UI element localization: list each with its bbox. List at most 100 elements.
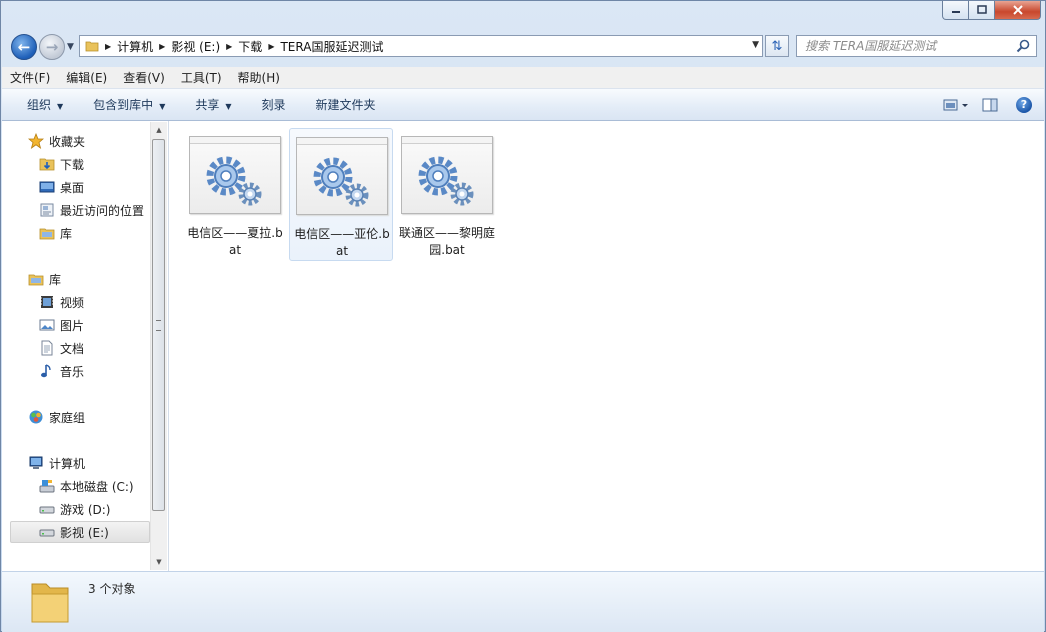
view-options-icon (943, 99, 968, 110)
sidebar-item-label: 视频 (60, 295, 85, 310)
downloads-folder-icon (39, 156, 55, 172)
chevron-down-icon: ▼ (225, 102, 232, 111)
sidebar-libraries[interactable]: 库 (28, 268, 61, 290)
burn-button[interactable]: 刻录 (247, 96, 301, 113)
homegroup-icon (28, 409, 44, 425)
include-in-library-button[interactable]: 包含到库中 ▼ (78, 96, 180, 113)
gears-icon (206, 156, 262, 206)
batch-file-thumbnail (189, 136, 281, 214)
breadcrumb-computer[interactable]: 计算机 (117, 38, 153, 55)
menu-edit[interactable]: 编辑(E) (58, 69, 115, 86)
folder-icon (31, 583, 69, 623)
sidebar-item-downloads[interactable]: 下载 (39, 153, 84, 175)
batch-file-thumbnail (401, 136, 493, 214)
sidebar-computer-label: 计算机 (49, 456, 86, 471)
file-item[interactable]: 电信区——夏拉.bat (183, 128, 287, 261)
refresh-button[interactable]: ⇅ (765, 35, 789, 57)
address-dropdown-icon[interactable]: ▼ (752, 40, 759, 50)
command-bar: 组织 ▼ 包含到库中 ▼ 共享 ▼ 刻录 新建文件夹 ? (2, 89, 1044, 121)
menu-view[interactable]: 查看(V) (115, 69, 173, 86)
sidebar-item-label: 音乐 (60, 364, 85, 379)
sidebar-item-label: 桌面 (60, 180, 85, 195)
file-item[interactable]: 联通区——黎明庭园.bat (395, 128, 499, 261)
navigation-pane: 收藏夹 下载 桌面 最近访问的位置 库 库 视频 图片 文档 音乐 家庭组 计算… (2, 121, 169, 571)
title-bar (1, 1, 1045, 27)
breadcrumb-separator-icon[interactable]: ▶ (105, 42, 111, 51)
sidebar-homegroup[interactable]: 家庭组 (28, 406, 85, 428)
menu-tools[interactable]: 工具(T) (173, 69, 230, 86)
scroll-up-icon[interactable]: ▲ (151, 122, 167, 138)
minimize-button[interactable] (942, 1, 969, 20)
item-count: 3 个对象 (88, 582, 136, 596)
address-bar[interactable]: ▶ 计算机 ▶ 影视 (E:) ▶ 下载 ▶ TERA国服延迟测试 ▼ (79, 35, 763, 57)
help-button[interactable]: ? (1010, 94, 1038, 116)
menu-bar: 文件(F) 编辑(E) 查看(V) 工具(T) 帮助(H) (2, 67, 1044, 89)
close-icon (1012, 5, 1023, 15)
maximize-button[interactable] (969, 1, 995, 20)
sidebar-item-drive-d[interactable]: 游戏 (D:) (39, 498, 110, 520)
sidebar-item-drive-c[interactable]: 本地磁盘 (C:) (39, 475, 134, 497)
search-icon[interactable] (1015, 38, 1031, 54)
breadcrumb-current-folder[interactable]: TERA国服延迟测试 (280, 38, 383, 55)
navigation-scrollbar[interactable]: ▲ ▼ (150, 122, 167, 570)
chevron-down-icon: ▼ (159, 102, 166, 111)
sidebar-favorites-label: 收藏夹 (49, 134, 86, 149)
sidebar-item-documents[interactable]: 文档 (39, 337, 84, 359)
organize-button[interactable]: 组织 ▼ (2, 96, 78, 113)
sidebar-item-label: 图片 (60, 318, 85, 333)
back-arrow-icon: ← (17, 38, 31, 56)
file-item[interactable]: 电信区——亚伦.bat (289, 128, 393, 261)
menu-help[interactable]: 帮助(H) (230, 69, 288, 86)
chevron-down-icon: ▼ (57, 102, 64, 111)
sidebar-item-drive-e[interactable]: 影视 (E:) (10, 521, 150, 543)
sidebar-item-label: 本地磁盘 (C:) (60, 479, 134, 494)
sidebar-computer[interactable]: 计算机 (28, 452, 85, 474)
maximize-icon (976, 5, 987, 14)
sidebar-item-label: 下载 (60, 157, 85, 172)
breadcrumb-drive-e[interactable]: 影视 (E:) (171, 38, 220, 55)
sidebar-favorites[interactable]: 收藏夹 (28, 130, 85, 152)
folder-icon (85, 41, 99, 52)
file-name: 电信区——亚伦.bat (294, 227, 390, 258)
scrollbar-grip (156, 320, 161, 331)
sidebar-item-recent-places[interactable]: 最近访问的位置 (39, 199, 144, 221)
recent-places-icon (39, 202, 55, 218)
scrollbar-thumb[interactable] (152, 139, 165, 511)
share-button[interactable]: 共享 ▼ (180, 96, 246, 113)
breadcrumb-separator-icon[interactable]: ▶ (159, 42, 165, 51)
star-icon (28, 133, 44, 149)
sidebar-homegroup-label: 家庭组 (49, 410, 86, 425)
recent-pages-dropdown[interactable]: ▼ (67, 42, 74, 52)
breadcrumb-downloads[interactable]: 下载 (238, 38, 262, 55)
search-box[interactable] (796, 35, 1037, 57)
breadcrumb-separator-icon[interactable]: ▶ (268, 42, 274, 51)
back-button[interactable]: ← (11, 34, 37, 60)
menu-file[interactable]: 文件(F) (2, 69, 58, 86)
sidebar-item-label: 库 (60, 226, 73, 241)
forward-button[interactable]: → (39, 34, 65, 60)
new-folder-button[interactable]: 新建文件夹 (301, 96, 391, 113)
sidebar-item-videos[interactable]: 视频 (39, 291, 84, 313)
refresh-icon: ⇅ (771, 38, 783, 54)
help-icon: ? (1016, 96, 1032, 113)
sidebar-item-library-shortcut[interactable]: 库 (39, 222, 72, 244)
scroll-down-icon[interactable]: ▼ (151, 554, 167, 570)
hard-drive-icon (39, 524, 55, 540)
file-list: 电信区——夏拉.bat 电信区——亚伦.bat 联通区——黎明庭园.bat (169, 121, 1044, 571)
explorer-window: ← → ▼ ▶ 计算机 ▶ 影视 (E:) ▶ 下载 ▶ TERA国服延迟测试 … (0, 0, 1046, 632)
gears-icon (418, 156, 474, 206)
window-controls (942, 1, 1041, 20)
sidebar-item-music[interactable]: 音乐 (39, 360, 84, 382)
sidebar-item-pictures[interactable]: 图片 (39, 314, 84, 336)
sidebar-item-desktop[interactable]: 桌面 (39, 176, 84, 198)
desktop-icon (39, 179, 55, 195)
include-library-label: 包含到库中 (93, 98, 154, 112)
sidebar-item-label: 影视 (E:) (60, 525, 109, 540)
change-view-button[interactable] (942, 94, 970, 116)
search-input[interactable] (805, 37, 1015, 55)
preview-pane-icon (982, 98, 998, 111)
preview-pane-button[interactable] (976, 94, 1004, 116)
breadcrumb-separator-icon[interactable]: ▶ (226, 42, 232, 51)
close-button[interactable] (995, 1, 1041, 20)
sidebar-item-label: 最近访问的位置 (60, 203, 145, 218)
